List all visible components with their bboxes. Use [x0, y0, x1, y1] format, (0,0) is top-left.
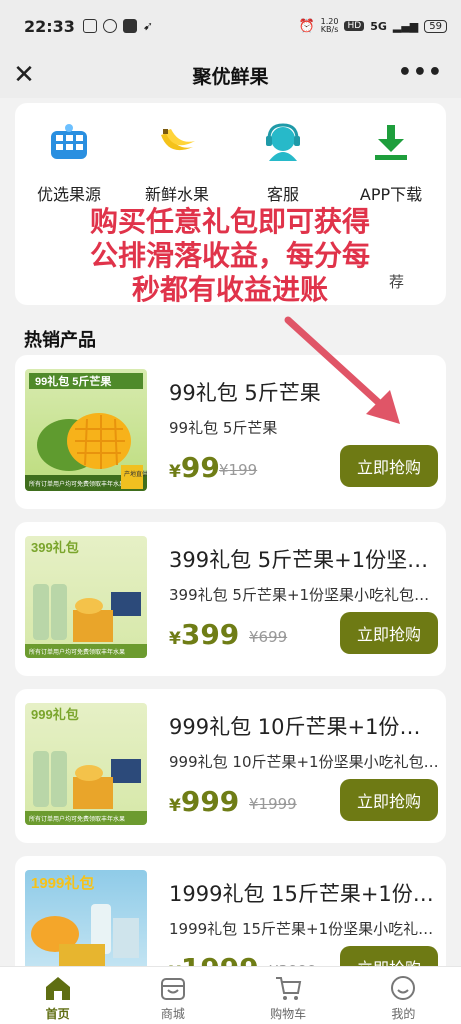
tab-label: 商城: [160, 1007, 185, 1021]
thumb-title: 999礼包: [31, 707, 79, 722]
signal-icon: ▂▄▆: [392, 19, 419, 33]
headset-icon: [261, 121, 305, 165]
product-price: ¥399: [169, 618, 240, 651]
thumb-title: 1999礼包: [31, 874, 94, 892]
thumb-title: 399礼包: [31, 540, 79, 555]
tab-home[interactable]: 首页: [0, 967, 115, 1024]
product-desc: 999礼包 10斤芒果+1份坚果小吃礼包+1份燕麦: [169, 753, 439, 771]
banana-icon: [155, 121, 199, 165]
battery-indicator: 59: [424, 19, 447, 33]
product-desc: 1999礼包 15斤芒果+1份坚果小吃礼包+1份燕麦: [169, 920, 439, 938]
category-label: 客服: [266, 185, 299, 204]
hd-badge: HD: [344, 21, 365, 31]
home-icon: [43, 973, 73, 1003]
tab-store[interactable]: 商城: [115, 967, 230, 1024]
nav-bar: ✕ 聚优鲜果 •••: [0, 52, 461, 98]
thumb-title: 99礼包 5斤芒果: [35, 374, 111, 388]
product-name: 1999礼包 15斤芒果+1份坚果小吃礼包: [169, 882, 439, 906]
cart-icon: [273, 973, 303, 1003]
bottom-tab-bar: 首页 商城 购物车 我的: [0, 966, 461, 1024]
category-item-service[interactable]: 客服: [233, 121, 333, 205]
product-price: ¥99: [169, 451, 220, 484]
product-name: 399礼包 5斤芒果+1份坚果小吃礼包: [169, 548, 439, 572]
category-item-fruit[interactable]: 新鲜水果: [127, 121, 227, 205]
product-name: 999礼包 10斤芒果+1份坚果小吃礼包: [169, 715, 439, 739]
app-icon: [102, 19, 117, 33]
tab-label: 我的: [391, 1007, 416, 1021]
category-label: 优选果源: [36, 185, 101, 204]
store-icon: [158, 973, 188, 1003]
category-item-download[interactable]: APP下载: [341, 121, 441, 205]
thumb-footer: 所有订单用户均可免费领取丰年水果: [29, 648, 125, 656]
app-icon: [122, 19, 137, 33]
category-label: 新鲜水果: [144, 185, 209, 204]
status-bar: 22:33 ➹ ⏰ 1.20 KB/s HD 5G ▂▄▆ 59: [0, 0, 461, 52]
category-item-source[interactable]: 优选果源: [19, 121, 119, 205]
original-price: ¥699: [249, 628, 288, 646]
tab-label: 首页: [45, 1007, 70, 1021]
product-price: ¥999: [169, 785, 240, 818]
product-card[interactable]: 399礼包 所有订单用户均可免费领取丰年水果 399礼包 5斤芒果+1份坚果小吃…: [15, 522, 446, 676]
tab-cart[interactable]: 购物车: [231, 967, 346, 1024]
buy-button[interactable]: 立即抢购: [340, 612, 438, 654]
original-price: ¥199: [219, 461, 258, 479]
buy-button[interactable]: 立即抢购: [340, 779, 438, 821]
product-desc: 399礼包 5斤芒果+1份坚果小吃礼包+1份燕麦: [169, 586, 439, 604]
product-image: 99礼包 5斤芒果 所有订单用户均可免费领取丰年水果 产地直供: [25, 369, 147, 491]
thumb-footer: 所有订单用户均可免费领取丰年水果: [29, 815, 125, 823]
thumb-footer: 所有订单用户均可免费领取丰年水果: [29, 480, 125, 488]
buy-button[interactable]: 立即抢购: [340, 445, 438, 487]
download-icon: [369, 121, 413, 165]
product-desc: 99礼包 5斤芒果: [169, 419, 278, 437]
status-time: 22:33: [24, 16, 75, 36]
bird-icon: ➹: [142, 19, 153, 33]
page-title: 聚优鲜果: [192, 65, 269, 88]
product-image: 399礼包 所有订单用户均可免费领取丰年水果: [25, 536, 147, 658]
notification-icon: [82, 19, 97, 33]
product-card[interactable]: 999礼包 所有订单用户均可免费领取丰年水果 999礼包 10斤芒果+1份坚果小…: [15, 689, 446, 843]
more-icon[interactable]: •••: [398, 60, 443, 85]
signal-label: 5G: [370, 19, 387, 33]
category-partial-label: 荐: [389, 273, 405, 291]
alarm-icon: ⏰: [298, 18, 315, 34]
tab-profile[interactable]: 我的: [346, 967, 461, 1024]
product-name: 99礼包 5斤芒果: [169, 381, 321, 405]
network-speed: 1.20 KB/s: [320, 17, 339, 34]
close-icon[interactable]: ✕: [12, 60, 36, 90]
original-price: ¥1999: [249, 795, 297, 813]
profile-icon: [388, 973, 418, 1003]
thumb-badge: 产地直供: [124, 470, 147, 478]
grid-fruit-icon: [47, 121, 91, 165]
category-card: 优选果源 新鲜水果 客服 APP下载 荐: [15, 103, 446, 305]
product-image: 999礼包 所有订单用户均可免费领取丰年水果: [25, 703, 147, 825]
tab-label: 购物车: [270, 1007, 307, 1021]
category-label: APP下载: [359, 185, 423, 204]
product-card[interactable]: 99礼包 5斤芒果 所有订单用户均可免费领取丰年水果 产地直供 99礼包 5斤芒…: [15, 355, 446, 509]
section-title: 热销产品: [24, 330, 96, 351]
